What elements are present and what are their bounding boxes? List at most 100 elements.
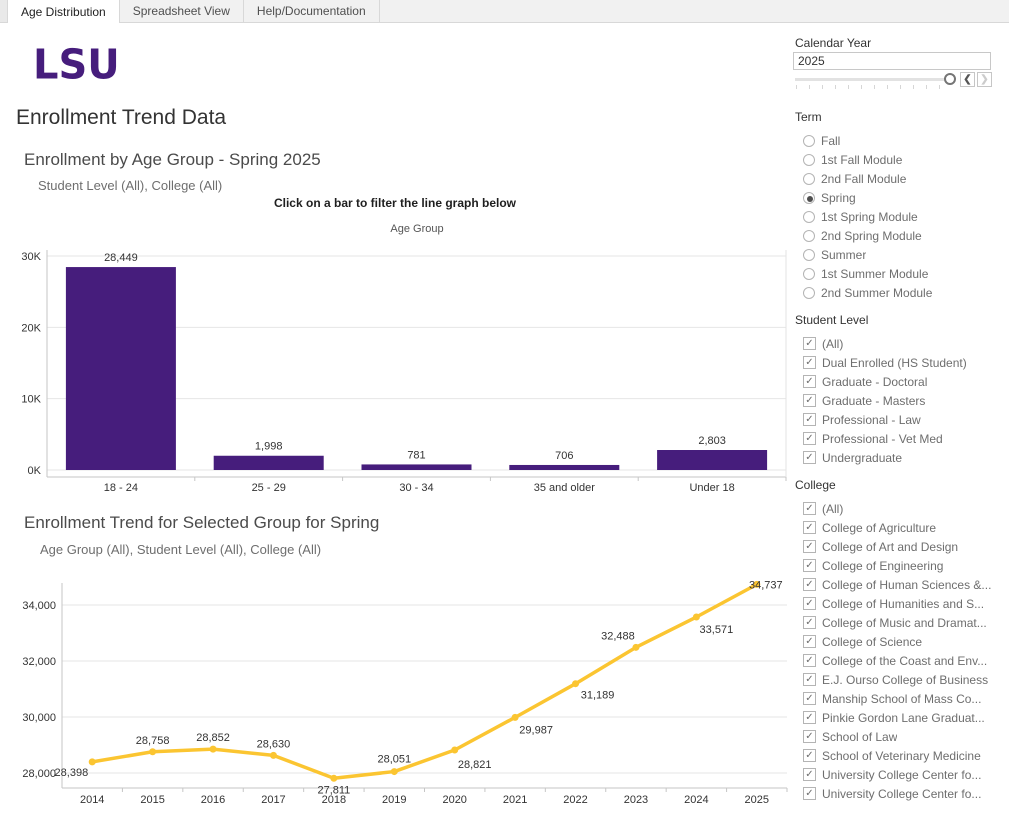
college-option-label: College of Humanities and S... [822,596,985,611]
college-option-8[interactable]: ✓ College of the Coast and Env... [795,651,1009,670]
tab-age-distribution[interactable]: Age Distribution [8,0,120,23]
radio-unselected-icon[interactable] [803,286,815,299]
college-option-3[interactable]: ✓ College of Engineering [795,556,1009,575]
checkbox-checked-icon[interactable]: ✓ [803,616,816,629]
checkbox-checked-icon[interactable]: ✓ [803,730,816,743]
calendar-year-prev-button[interactable]: ❮ [960,72,975,87]
college-option-label: Manship School of Mass Co... [822,691,982,706]
line-point-2019[interactable] [390,768,398,776]
college-option-10[interactable]: ✓ Manship School of Mass Co... [795,689,1009,708]
college-option-4[interactable]: ✓ College of Human Sciences &... [795,575,1009,594]
checkbox-checked-icon[interactable]: ✓ [803,635,816,648]
term-option-5[interactable]: 2nd Spring Module [795,226,1009,245]
checkbox-checked-icon[interactable]: ✓ [803,521,816,534]
college-option-0[interactable]: ✓ (All) [795,499,1009,518]
term-option-6[interactable]: Summer [795,245,1009,264]
bar-chart-column-header: Age Group [390,223,444,235]
term-option-label: Spring [821,190,856,205]
college-option-6[interactable]: ✓ College of Music and Dramat... [795,613,1009,632]
checkbox-checked-icon[interactable]: ✓ [803,337,816,350]
line-point-2021[interactable] [511,713,519,721]
student-level-option-5[interactable]: ✓ Professional - Vet Med [795,429,1009,448]
radio-unselected-icon[interactable] [803,134,815,147]
term-option-4[interactable]: 1st Spring Module [795,207,1009,226]
checkbox-checked-icon[interactable]: ✓ [803,597,816,610]
radio-unselected-icon[interactable] [803,172,815,185]
checkbox-checked-icon[interactable]: ✓ [803,502,816,515]
college-option-5[interactable]: ✓ College of Humanities and S... [795,594,1009,613]
bar-category-label: 30 - 34 [399,482,433,494]
term-option-1[interactable]: 1st Fall Module [795,150,1009,169]
radio-selected-icon[interactable] [803,191,815,204]
term-option-2[interactable]: 2nd Fall Module [795,169,1009,188]
term-option-8[interactable]: 2nd Summer Module [795,283,1009,302]
line-point-2022[interactable] [572,680,580,688]
radio-unselected-icon[interactable] [803,229,815,242]
college-option-11[interactable]: ✓ Pinkie Gordon Lane Graduat... [795,708,1009,727]
term-option-0[interactable]: Fall [795,131,1009,150]
bar-25-29[interactable] [213,455,324,470]
checkbox-checked-icon[interactable]: ✓ [803,540,816,553]
line-point-2017[interactable] [269,751,277,759]
student-level-option-0[interactable]: ✓ (All) [795,334,1009,353]
line-point-2016[interactable] [209,745,217,753]
checkbox-checked-icon[interactable]: ✓ [803,654,816,667]
college-filter-list: ✓ (All) ✓ College of Agriculture ✓ College of… [795,499,1009,803]
sheet-tab-bar: Age Distribution Spreadsheet View Help/D… [0,0,1009,23]
college-option-1[interactable]: ✓ College of Agriculture [795,518,1009,537]
bar-under-18[interactable] [657,450,768,470]
trend-line [90,582,759,781]
term-option-3[interactable]: Spring [795,188,1009,207]
line-value-label: 28,630 [257,738,291,750]
checkbox-checked-icon[interactable]: ✓ [803,413,816,426]
calendar-year-slider-track[interactable] [795,78,953,81]
checkbox-checked-icon[interactable]: ✓ [803,375,816,388]
college-option-12[interactable]: ✓ School of Law [795,727,1009,746]
radio-unselected-icon[interactable] [803,267,815,280]
college-option-9[interactable]: ✓ E.J. Ourso College of Business [795,670,1009,689]
radio-unselected-icon[interactable] [803,153,815,166]
line-point-2014[interactable] [88,758,96,766]
radio-unselected-icon[interactable] [803,210,815,223]
checkbox-checked-icon[interactable]: ✓ [803,692,816,705]
bar-35-and-older[interactable] [509,464,620,470]
line-point-2015[interactable] [149,748,157,756]
student-level-option-1[interactable]: ✓ Dual Enrolled (HS Student) [795,353,1009,372]
college-option-2[interactable]: ✓ College of Art and Design [795,537,1009,556]
checkbox-checked-icon[interactable]: ✓ [803,394,816,407]
checkbox-checked-icon[interactable]: ✓ [803,787,816,800]
college-option-label: College of Art and Design [822,539,959,554]
college-option-7[interactable]: ✓ College of Science [795,632,1009,651]
checkbox-checked-icon[interactable]: ✓ [803,451,816,464]
radio-unselected-icon[interactable] [803,248,815,261]
student-level-option-3[interactable]: ✓ Graduate - Masters [795,391,1009,410]
checkbox-checked-icon[interactable]: ✓ [803,673,816,686]
calendar-year-slider-handle[interactable] [944,73,956,85]
checkbox-checked-icon[interactable]: ✓ [803,356,816,369]
checkbox-checked-icon[interactable]: ✓ [803,559,816,572]
checkbox-checked-icon[interactable]: ✓ [803,432,816,445]
student-level-option-6[interactable]: ✓ Undergraduate [795,448,1009,467]
checkbox-checked-icon[interactable]: ✓ [803,578,816,591]
bar-30-34[interactable] [361,464,472,470]
line-point-2020[interactable] [451,746,459,754]
calendar-year-input[interactable] [793,52,991,70]
checkbox-checked-icon[interactable]: ✓ [803,768,816,781]
college-option-label: College of Music and Dramat... [822,615,987,630]
checkbox-checked-icon[interactable]: ✓ [803,711,816,724]
tab-spreadsheet-view[interactable]: Spreadsheet View [120,0,244,22]
student-level-option-2[interactable]: ✓ Graduate - Doctoral [795,372,1009,391]
checkbox-checked-icon[interactable]: ✓ [803,749,816,762]
college-option-15[interactable]: ✓ University College Center fo... [795,784,1009,803]
tab-help-documentation[interactable]: Help/Documentation [244,0,380,22]
calendar-year-next-button[interactable]: ❯ [977,72,992,87]
college-filter-label: College [795,478,836,492]
college-option-13[interactable]: ✓ School of Veterinary Medicine [795,746,1009,765]
student-level-option-4[interactable]: ✓ Professional - Law [795,410,1009,429]
term-option-7[interactable]: 1st Summer Module [795,264,1009,283]
bar-18-24[interactable] [65,267,176,470]
line-point-2018[interactable] [330,774,338,782]
college-option-14[interactable]: ✓ University College Center fo... [795,765,1009,784]
line-point-2024[interactable] [692,613,700,621]
line-point-2023[interactable] [632,643,640,651]
